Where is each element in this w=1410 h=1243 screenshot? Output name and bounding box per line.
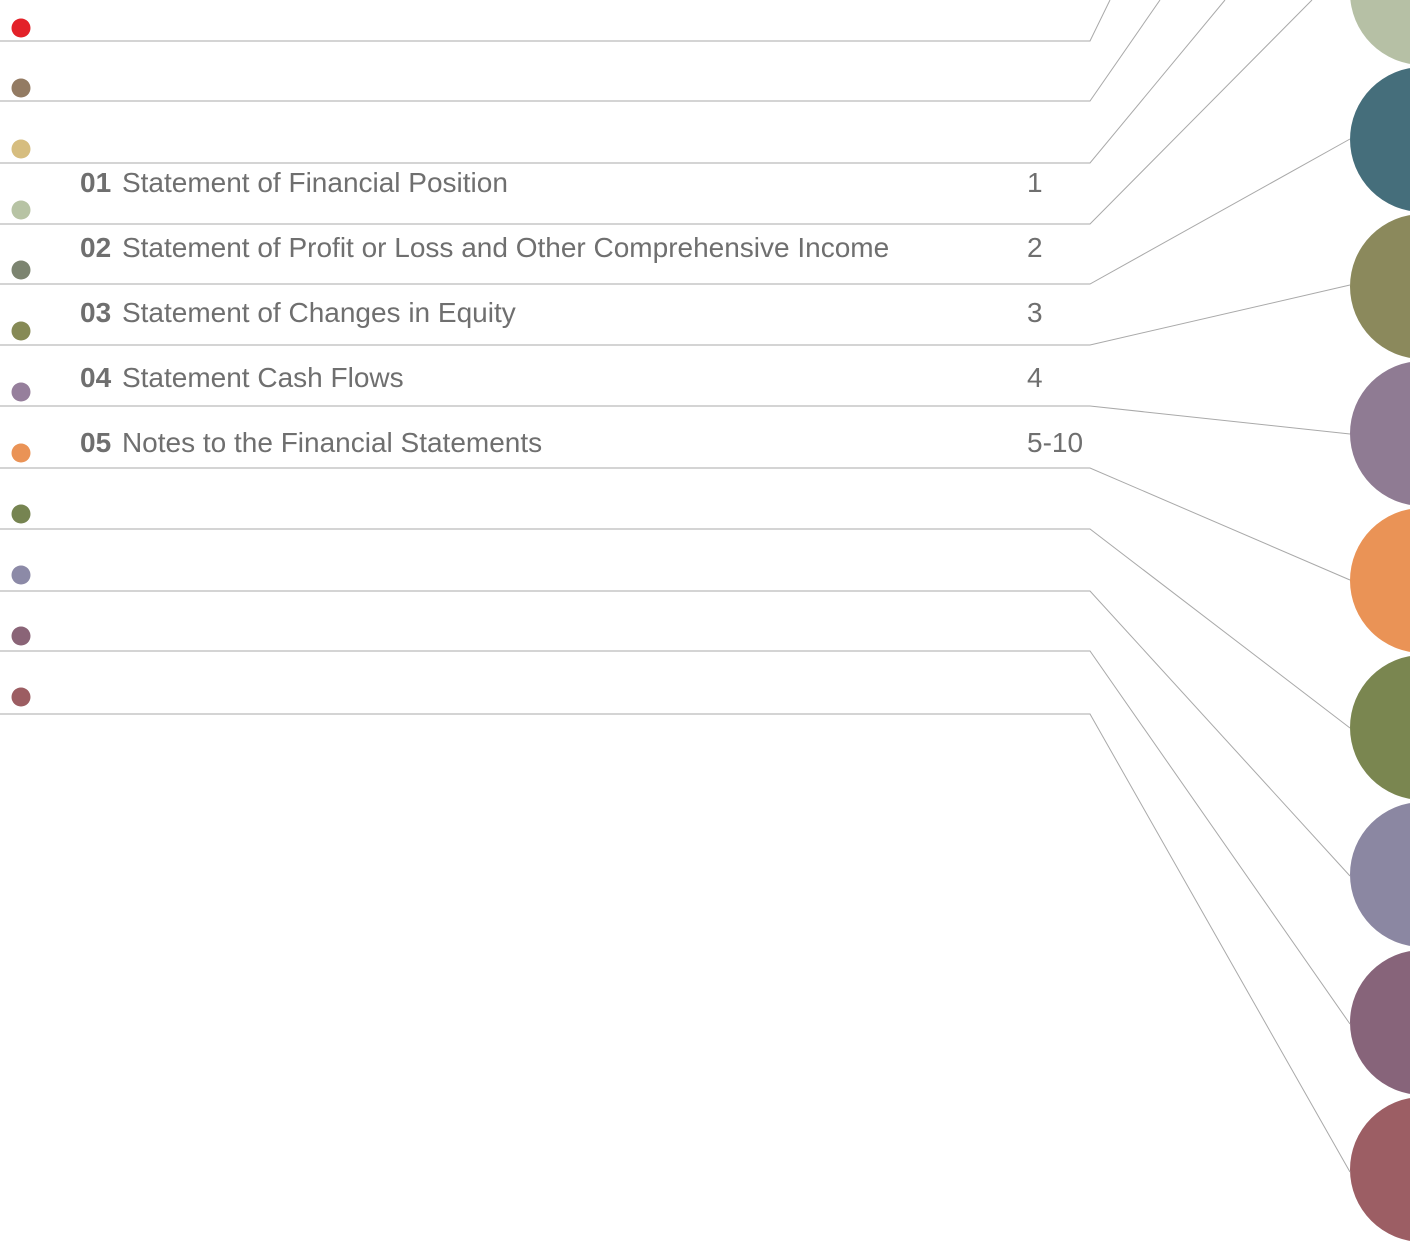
bullet-dot-11 <box>11 626 31 646</box>
toc-page-number: 3 <box>1027 297 1043 328</box>
toc-number: 01 <box>80 167 112 198</box>
toc-page-number: 2 <box>1027 232 1043 263</box>
bullet-dot-7 <box>11 382 31 402</box>
toc-number: 02 <box>80 232 112 263</box>
toc-title: Notes to the Financial Statements <box>121 427 543 458</box>
toc-page-number: 5-10 <box>1027 427 1084 458</box>
toc-entry-02[interactable]: 02 Statement of Profit or Loss and Other… <box>80 228 1110 268</box>
toc-entry-03[interactable]: 03 Statement of Changes in Equity 3 <box>80 293 1110 333</box>
bullet-dot-2 <box>11 78 31 98</box>
bullet-dots <box>11 18 31 707</box>
toc-page-number: 1 <box>1027 167 1043 198</box>
bullet-dot-9 <box>11 504 31 524</box>
divider-line-8 <box>0 467 1351 581</box>
divider-line-2 <box>0 0 1161 102</box>
toc-page-number: 4 <box>1027 362 1043 393</box>
section-tab-1 <box>1350 0 1410 64</box>
bullet-dot-4 <box>11 200 31 220</box>
section-tab-5 <box>1350 509 1410 652</box>
bullet-dot-1 <box>11 18 31 38</box>
toc-number: 04 <box>80 362 112 393</box>
divider-line-1 <box>0 0 1111 42</box>
section-tab-4 <box>1350 362 1410 505</box>
section-tab-7 <box>1350 803 1410 946</box>
divider-line-12 <box>0 713 1351 1173</box>
bullet-dot-3 <box>11 139 31 159</box>
section-tabs <box>1350 0 1410 1241</box>
divider-line-3 <box>0 0 1226 164</box>
toc-number: 05 <box>80 427 112 458</box>
bullet-dot-12 <box>11 687 31 707</box>
bullet-dot-6 <box>11 321 31 341</box>
bullet-dot-5 <box>11 260 31 280</box>
section-tab-3 <box>1350 215 1410 358</box>
bullet-dot-8 <box>11 443 31 463</box>
toc-title: Statement of Changes in Equity <box>121 297 516 328</box>
toc-entry-01[interactable]: 01 Statement of Financial Position 1 <box>80 163 1110 203</box>
section-tab-2 <box>1350 68 1410 211</box>
section-tab-6 <box>1350 656 1410 799</box>
toc-title: Statement of Profit or Loss and Other Co… <box>121 232 890 263</box>
toc-entry-04[interactable]: 04 Statement Cash Flows 4 <box>80 358 1110 398</box>
section-tab-8 <box>1350 951 1410 1094</box>
toc-number: 03 <box>80 297 112 328</box>
toc-title: Statement of Financial Position <box>121 167 508 198</box>
toc-entry-05[interactable]: 05 Notes to the Financial Statements 5-1… <box>80 423 1110 463</box>
section-tab-9 <box>1350 1098 1410 1241</box>
divider-line-9 <box>0 528 1351 729</box>
divider-line-11 <box>0 650 1351 1025</box>
toc-title: Statement Cash Flows <box>121 362 404 393</box>
bullet-dot-10 <box>11 565 31 585</box>
